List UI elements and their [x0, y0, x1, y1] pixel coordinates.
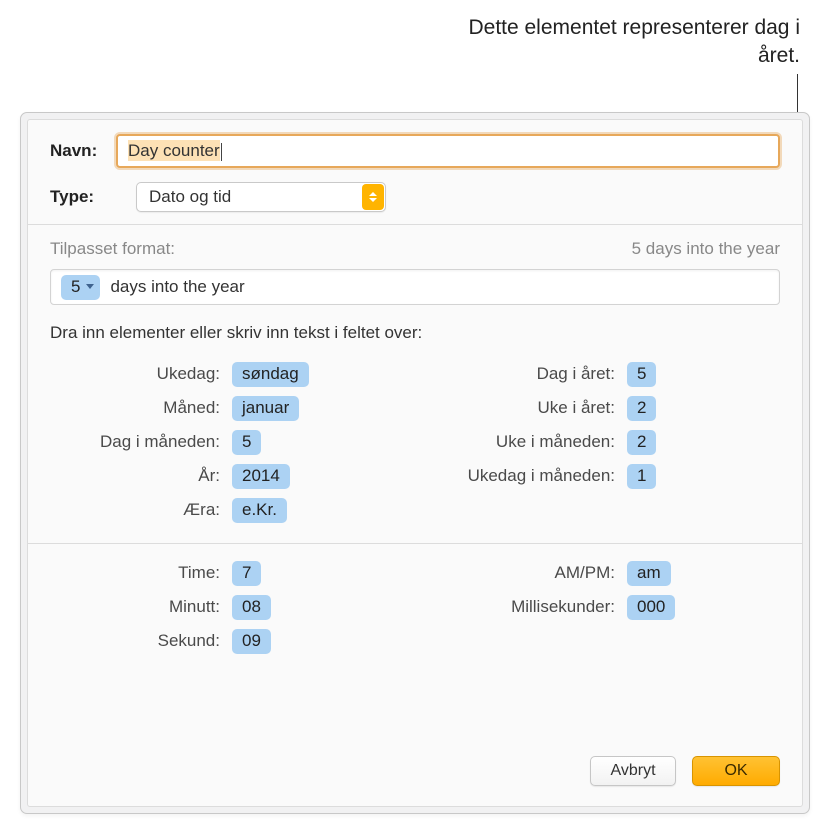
callout-annotation: Dette elementet representerer dag i året… — [440, 14, 800, 71]
second-label: Sekund: — [50, 631, 232, 651]
week-of-month-token[interactable]: 2 — [627, 430, 656, 455]
ampm-token[interactable]: am — [627, 561, 671, 586]
weekday-of-month-label: Ukedag i måneden: — [415, 466, 627, 486]
type-label: Type: — [50, 187, 116, 207]
format-suffix-text: days into the year — [110, 277, 244, 297]
date-col-right: Dag i året:5 Uke i året:2 Uke i måneden:… — [415, 357, 780, 527]
type-select[interactable]: Dato og tid — [136, 182, 386, 212]
week-of-year-label: Uke i året: — [415, 398, 627, 418]
year-label: År: — [50, 466, 232, 486]
format-token-day-of-year[interactable]: 5 — [61, 275, 100, 300]
month-token[interactable]: januar — [232, 396, 299, 421]
era-label: Æra: — [50, 500, 232, 520]
dialog-buttons: Avbryt OK — [590, 756, 780, 786]
weekday-token[interactable]: søndag — [232, 362, 309, 387]
format-preview: 5 days into the year — [632, 239, 780, 259]
dialog-sheet: Navn: Day counter Type: Dato og tid Tilp… — [27, 119, 803, 807]
week-of-month-label: Uke i måneden: — [415, 432, 627, 452]
day-of-month-label: Dag i måneden: — [50, 432, 232, 452]
instruction-text: Dra inn elementer eller skriv inn tekst … — [28, 323, 802, 357]
format-token-value: 5 — [71, 277, 80, 297]
millisecond-token[interactable]: 000 — [627, 595, 675, 620]
minute-label: Minutt: — [50, 597, 232, 617]
millisecond-label: Millisekunder: — [415, 597, 627, 617]
cancel-button[interactable]: Avbryt — [590, 756, 676, 786]
hour-token[interactable]: 7 — [232, 561, 261, 586]
day-of-year-label: Dag i året: — [415, 364, 627, 384]
time-tokens-grid: Time:7 Minutt:08 Sekund:09 AM/PM:am Mill… — [28, 544, 802, 674]
ok-button[interactable]: OK — [692, 756, 780, 786]
era-token[interactable]: e.Kr. — [232, 498, 287, 523]
weekday-of-month-token[interactable]: 1 — [627, 464, 656, 489]
week-of-year-token[interactable]: 2 — [627, 396, 656, 421]
day-of-month-token[interactable]: 5 — [232, 430, 261, 455]
time-col-right: AM/PM:am Millisekunder:000 — [415, 556, 780, 658]
stepper-arrows-icon — [362, 184, 384, 210]
ampm-label: AM/PM: — [415, 563, 627, 583]
name-input[interactable]: Day counter — [116, 134, 780, 168]
hour-label: Time: — [50, 563, 232, 583]
time-col-left: Time:7 Minutt:08 Sekund:09 — [50, 556, 415, 658]
dialog-outer: Navn: Day counter Type: Dato og tid Tilp… — [20, 112, 810, 814]
text-caret — [221, 143, 222, 161]
year-token[interactable]: 2014 — [232, 464, 290, 489]
custom-format-label: Tilpasset format: — [50, 239, 175, 259]
name-input-value: Day counter — [128, 140, 220, 161]
second-token[interactable]: 09 — [232, 629, 271, 654]
chevron-down-icon — [86, 284, 94, 289]
date-tokens-grid: Ukedag:søndag Måned:januar Dag i måneden… — [28, 357, 802, 543]
type-select-value: Dato og tid — [149, 187, 231, 207]
date-col-left: Ukedag:søndag Måned:januar Dag i måneden… — [50, 357, 415, 527]
minute-token[interactable]: 08 — [232, 595, 271, 620]
format-field[interactable]: 5 days into the year — [50, 269, 780, 305]
day-of-year-token[interactable]: 5 — [627, 362, 656, 387]
month-label: Måned: — [50, 398, 232, 418]
weekday-label: Ukedag: — [50, 364, 232, 384]
name-label: Navn: — [50, 141, 116, 161]
